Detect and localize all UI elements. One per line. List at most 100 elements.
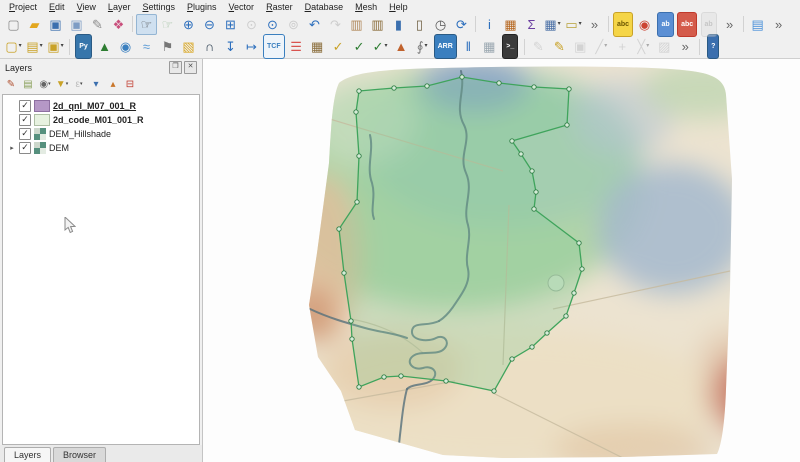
menu-edit[interactable]: Edit: [43, 1, 71, 13]
save-project-as-icon[interactable]: ▣: [66, 14, 87, 35]
polygon-vertex-marker: [336, 226, 342, 232]
polygon-vertex-marker: [341, 270, 347, 276]
save-project-icon[interactable]: ▣: [45, 14, 66, 35]
export-layer-icon[interactable]: ↦: [241, 36, 262, 57]
cube-3d-plugin-icon[interactable]: ▧: [178, 36, 199, 57]
panel-float-icon[interactable]: ❐: [169, 61, 182, 74]
layer-visibility-checkbox[interactable]: ✓: [19, 114, 31, 126]
zoom-full-icon[interactable]: ⊞: [220, 14, 241, 35]
filter-expression-icon: ε ▾: [75, 78, 83, 90]
fox-plugin-icon[interactable]: ▲: [391, 36, 412, 57]
new-layer-icon[interactable]: ▤: [747, 14, 768, 35]
menu-settings[interactable]: Settings: [136, 1, 181, 13]
layer-item[interactable]: ✓ 2d_code_M01_001_R: [3, 113, 199, 127]
show-unplaced-labels-icon[interactable]: abc: [676, 11, 698, 37]
menu-database[interactable]: Database: [299, 1, 350, 13]
expand-icon[interactable]: ▸: [8, 144, 16, 152]
select-features-icon[interactable]: ▢ ▾: [3, 36, 24, 57]
zoom-last-icon[interactable]: ↶: [304, 14, 325, 35]
menu-view[interactable]: View: [71, 1, 102, 13]
add-group-icon[interactable]: ▤: [20, 76, 36, 92]
zoom-to-layer-icon[interactable]: ⊙: [262, 14, 283, 35]
select-by-value-icon[interactable]: ▤ ▾: [24, 36, 45, 57]
map-canvas[interactable]: [203, 59, 800, 462]
menu-layer[interactable]: Layer: [102, 1, 137, 13]
temporal-controller-icon[interactable]: ◷: [430, 14, 451, 35]
toggle-editing-icon[interactable]: ✎: [549, 36, 570, 57]
image-plugin-icon[interactable]: ▦: [307, 36, 328, 57]
layer-labeling-icon[interactable]: abc: [612, 11, 634, 37]
menu-plugins[interactable]: Plugins: [181, 1, 223, 13]
new-project-icon[interactable]: ▢: [3, 14, 24, 35]
check-plugin-yellow-icon[interactable]: ✓: [328, 36, 349, 57]
new-map-view-icon[interactable]: ▥: [346, 14, 367, 35]
labels-overflow-icon[interactable]: »: [719, 14, 740, 35]
terrain-plugin-icon[interactable]: ▲: [94, 36, 115, 57]
zoom-out-icon[interactable]: ⊖: [199, 14, 220, 35]
menu-help[interactable]: Help: [383, 1, 414, 13]
menu-mesh[interactable]: Mesh: [349, 1, 383, 13]
open-project-icon[interactable]: ▰: [24, 14, 45, 35]
open-styling-panel-icon[interactable]: ✎: [3, 76, 19, 92]
qgis-window: Project Edit View Layer Settings Plugins Vecto…: [0, 0, 800, 462]
menu-vector[interactable]: Vector: [223, 1, 261, 13]
toolbar-separator: [132, 16, 133, 32]
layer-item[interactable]: ▸ ✓ DEM: [3, 141, 199, 155]
panel-close-icon[interactable]: ✕: [184, 61, 197, 74]
tab-browser[interactable]: Browser: [53, 447, 107, 462]
layer-visibility-checkbox[interactable]: ✓: [19, 100, 31, 112]
console-plugin-icon[interactable]: >_: [500, 34, 521, 59]
polygon-vertex-marker: [381, 374, 387, 380]
import-layer-icon[interactable]: ↧: [220, 36, 241, 57]
layer-item[interactable]: ✓ 2d_qnl_M07_001_R: [3, 99, 199, 113]
layers-panel-title: Layers: [5, 62, 33, 73]
filter-legend-icon[interactable]: ▼ ▾: [54, 76, 70, 92]
water-plugin-icon[interactable]: ≈: [136, 36, 157, 57]
collapse-all-icon[interactable]: ▴: [105, 76, 121, 92]
layer-visibility-checkbox[interactable]: ✓: [19, 142, 31, 154]
layers-panel-toolbar: ✎ ▤ ◉ ▾ ▼ ▾ ε ▾ ▾ ▴ ⊟: [0, 75, 202, 93]
deselect-features-icon[interactable]: ▣ ▾: [45, 36, 66, 57]
layer-item[interactable]: ✓ DEM_Hillshade: [3, 127, 199, 141]
attachment-plugin-icon[interactable]: ∮ ▾: [412, 36, 433, 57]
highlight-pinned-labels-icon[interactable]: ab: [655, 11, 676, 37]
new-3d-map-view-icon[interactable]: ▥: [367, 14, 388, 35]
field-calculator-icon[interactable]: ▦: [500, 14, 521, 35]
toolbar-overflow-icon[interactable]: »: [584, 14, 605, 35]
new-bookmark-icon[interactable]: ▮: [388, 14, 409, 35]
style-manager-icon[interactable]: ❖: [108, 14, 129, 35]
zoom-in-icon[interactable]: ⊕: [178, 14, 199, 35]
diagram-options-icon[interactable]: ◉: [634, 14, 655, 35]
refresh-map-icon[interactable]: ⟳: [451, 14, 472, 35]
measure-icon[interactable]: ▭ ▾: [563, 14, 584, 35]
pan-map-icon[interactable]: ☞: [136, 13, 157, 35]
identify-features-icon[interactable]: i: [479, 14, 500, 35]
edit-overflow-icon[interactable]: »: [675, 36, 696, 57]
layers-overflow-icon[interactable]: »: [768, 14, 789, 35]
attribute-table-icon[interactable]: ▦ ▾: [542, 14, 563, 35]
processing-plugin-icon[interactable]: ◉: [115, 36, 136, 57]
remove-layer-icon[interactable]: ⊟: [122, 76, 138, 92]
check-plugin-green-icon[interactable]: ✓: [349, 36, 370, 57]
bars-plugin-icon[interactable]: ‖: [458, 36, 479, 57]
help-icon[interactable]: ?: [703, 34, 724, 59]
arr-plugin-icon[interactable]: ARR: [433, 34, 458, 59]
arch-plugin-icon[interactable]: ∩: [199, 36, 220, 57]
menu-project[interactable]: Project: [3, 1, 43, 13]
georeferencer-plugin-icon[interactable]: ⚑: [157, 36, 178, 57]
show-bookmarks-icon[interactable]: ▯: [409, 14, 430, 35]
tab-layers[interactable]: Layers: [4, 447, 52, 462]
grid-plugin-icon[interactable]: ▦: [479, 36, 500, 57]
project-properties-icon[interactable]: ✎: [87, 14, 108, 35]
map-themes-icon[interactable]: ◉ ▾: [37, 76, 53, 92]
menu-raster[interactable]: Raster: [260, 1, 299, 13]
tcf-plugin-icon[interactable]: TCF: [262, 34, 286, 59]
polygon-vertex-marker: [544, 330, 550, 336]
check-plugin-numbered-icon[interactable]: ✓ ▾: [370, 36, 391, 57]
legend-plugin-icon[interactable]: ☰: [286, 36, 307, 57]
layer-visibility-checkbox[interactable]: ✓: [19, 128, 31, 140]
python-console-icon[interactable]: Py: [73, 34, 94, 59]
statistical-summary-icon[interactable]: Σ: [521, 14, 542, 35]
expand-all-icon[interactable]: ▾: [88, 76, 104, 92]
pan-to-selection-icon[interactable]: ☞: [157, 14, 178, 35]
